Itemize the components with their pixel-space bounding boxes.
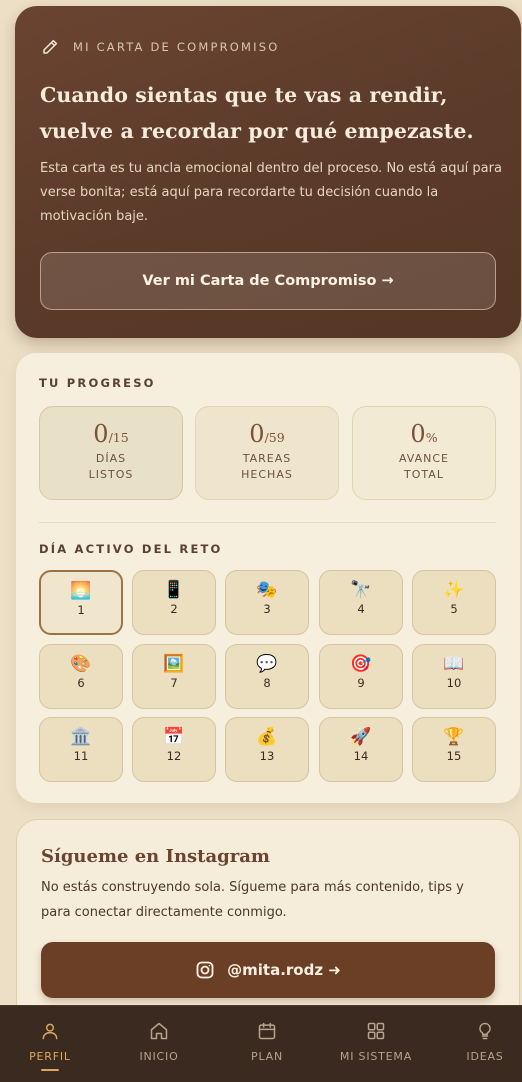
grid-icon — [367, 1022, 385, 1040]
letter-eyebrow: MI CARTA DE COMPROMISO — [73, 40, 280, 54]
stat-total-progress: 0% AVANCE TOTAL — [352, 406, 496, 500]
instagram-description: No estás construyendo sola. Sígueme para… — [41, 880, 464, 920]
nav-label: IDEAS — [466, 1050, 504, 1063]
day-grid: 🌅 1 📱 2 🎭 3 🔭 4 ✨ 5 🎨 6 🖼️ 7 💬 8 🎯 9 📖 10 🏛️ 11 📅 12 💰 13 🚀 14 🏆 15 — [39, 570, 499, 782]
day-button-6[interactable]: 🎨 6 — [39, 644, 123, 709]
letter-description: Esta carta es tu ancla emocional dentro … — [40, 161, 502, 224]
instagram-handle: @mita.rodz ➜ — [227, 961, 341, 979]
bottom-navigation: PERFIL INICIO PLAN MI SISTEMA IDEAS — [0, 1005, 522, 1082]
day-emoji-icon: 💰 — [256, 727, 278, 747]
day-emoji-icon: 📱 — [163, 580, 185, 600]
stat-days-ready: 0/15 DÍAS LISTOS — [39, 406, 183, 500]
day-emoji-icon: 🔭 — [350, 580, 372, 600]
day-button-10[interactable]: 📖 10 — [412, 644, 496, 709]
stat-value: 0 — [249, 420, 265, 448]
day-number: 15 — [446, 749, 462, 763]
day-button-11[interactable]: 🏛️ 11 — [39, 717, 123, 782]
letter-header: MI CARTA DE COMPROMISO — [41, 38, 280, 56]
home-icon — [150, 1022, 168, 1040]
progress-heading: TU PROGRESO — [39, 376, 156, 390]
stat-suffix: % — [425, 430, 438, 445]
stat-value: 0 — [93, 420, 109, 448]
day-button-14[interactable]: 🚀 14 — [319, 717, 403, 782]
day-emoji-icon: 🌅 — [70, 581, 92, 601]
commitment-letter-card: MI CARTA DE COMPROMISO Cuando sientas qu… — [15, 6, 521, 338]
day-number: 9 — [357, 676, 365, 690]
day-emoji-icon: 📅 — [163, 727, 185, 747]
instagram-icon — [196, 961, 214, 979]
view-commitment-letter-button[interactable]: Ver mi Carta de Compromiso → — [40, 252, 496, 310]
day-button-5[interactable]: ✨ 5 — [412, 570, 496, 635]
active-indicator — [41, 1069, 59, 1071]
day-number: 11 — [73, 749, 89, 763]
stat-suffix: /15 — [108, 430, 129, 445]
stat-label: DÍAS LISTOS — [88, 452, 134, 481]
stat-value: 0 — [410, 420, 426, 448]
day-button-2[interactable]: 📱 2 — [132, 570, 216, 635]
day-emoji-icon: 🖼️ — [163, 654, 185, 674]
day-number: 6 — [77, 676, 85, 690]
nav-label: INICIO — [139, 1050, 179, 1063]
nav-label: PLAN — [251, 1050, 283, 1063]
day-button-1[interactable]: 🌅 1 — [39, 570, 123, 635]
day-number: 5 — [450, 602, 458, 616]
day-emoji-icon: 💬 — [256, 654, 278, 674]
day-emoji-icon: 🚀 — [350, 727, 372, 747]
lightbulb-icon — [479, 1022, 491, 1040]
stat-suffix: /59 — [264, 430, 285, 445]
day-number: 13 — [259, 749, 275, 763]
nav-item-plan[interactable]: PLAN — [217, 1006, 317, 1082]
nav-label: PERFIL — [29, 1050, 71, 1063]
calendar-icon — [258, 1022, 276, 1040]
stat-label: TAREAS HECHAS — [241, 452, 293, 481]
day-number: 1 — [77, 603, 85, 617]
stat-tasks-done: 0/59 TAREAS HECHAS — [195, 406, 339, 500]
nav-item-perfil[interactable]: PERFIL — [0, 1006, 100, 1082]
nav-label: MI SISTEMA — [339, 1050, 413, 1063]
letter-title: Cuando sientas que te vas a rendir, vuel… — [40, 83, 474, 143]
nav-item-inicio[interactable]: INICIO — [109, 1006, 209, 1082]
day-number: 14 — [353, 749, 369, 763]
pencil-icon — [43, 39, 58, 54]
day-number: 10 — [446, 676, 462, 690]
instagram-title: Sígueme en Instagram — [41, 846, 270, 867]
day-number: 2 — [170, 602, 178, 616]
divider — [39, 522, 496, 523]
day-emoji-icon: 🏛️ — [70, 727, 92, 747]
day-emoji-icon: ✨ — [443, 580, 465, 600]
day-emoji-icon: 📖 — [443, 654, 465, 674]
day-button-9[interactable]: 🎯 9 — [319, 644, 403, 709]
day-button-3[interactable]: 🎭 3 — [225, 570, 309, 635]
day-button-8[interactable]: 💬 8 — [225, 644, 309, 709]
day-button-4[interactable]: 🔭 4 — [319, 570, 403, 635]
day-number: 3 — [263, 602, 271, 616]
day-emoji-icon: 🎨 — [70, 654, 92, 674]
day-number: 4 — [357, 602, 365, 616]
day-number: 7 — [170, 676, 178, 690]
user-icon — [42, 1023, 58, 1040]
progress-card: TU PROGRESO 0/15 DÍAS LISTOS 0/59 TAREAS H… — [16, 353, 520, 803]
stat-label: AVANCE TOTAL — [398, 452, 450, 481]
day-emoji-icon: 🎯 — [350, 654, 372, 674]
day-button-7[interactable]: 🖼️ 7 — [132, 644, 216, 709]
nav-item-ideas[interactable]: IDEAS — [435, 1006, 522, 1082]
day-button-13[interactable]: 💰 13 — [225, 717, 309, 782]
app-screen: MI CARTA DE COMPROMISO Cuando sientas qu… — [0, 0, 522, 1082]
day-button-12[interactable]: 📅 12 — [132, 717, 216, 782]
active-day-heading: DÍA ACTIVO DEL RETO — [39, 542, 223, 556]
instagram-follow-button[interactable]: @mita.rodz ➜ — [41, 942, 495, 998]
day-number: 8 — [263, 676, 271, 690]
day-emoji-icon: 🎭 — [256, 580, 278, 600]
day-emoji-icon: 🏆 — [443, 727, 465, 747]
nav-item-mi-sistema[interactable]: MI SISTEMA — [326, 1006, 426, 1082]
day-number: 12 — [166, 749, 182, 763]
day-button-15[interactable]: 🏆 15 — [412, 717, 496, 782]
